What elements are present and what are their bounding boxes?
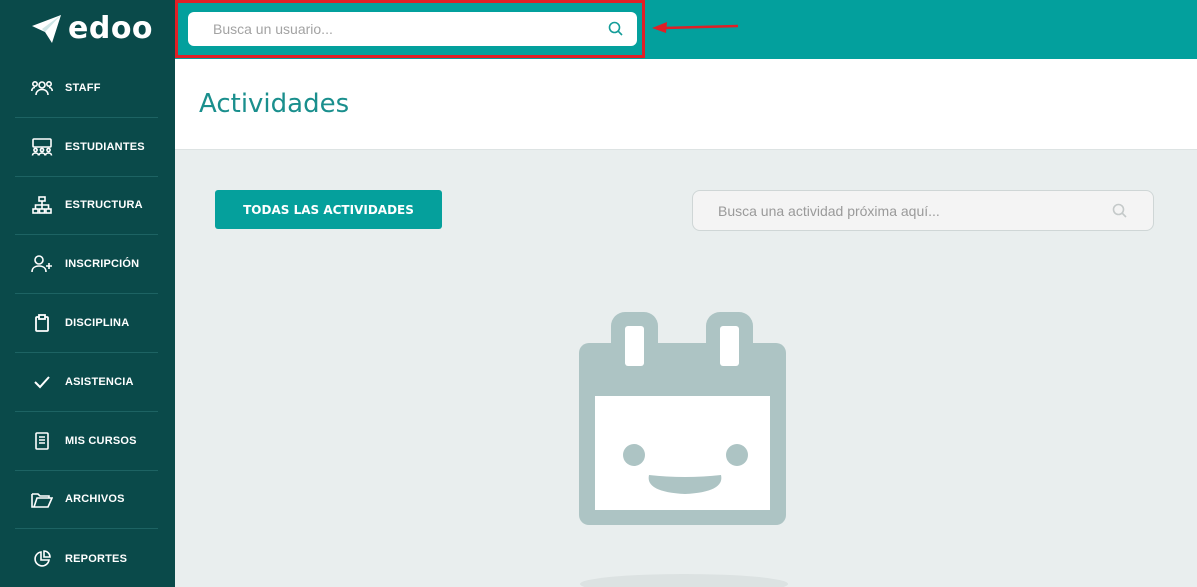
sidebar-item-archivos[interactable]: ARCHIVOS (15, 471, 158, 530)
sidebar-item-label: INSCRIPCIÓN (65, 258, 140, 271)
folder-icon (31, 488, 53, 510)
sidebar-item-estructura[interactable]: ESTRUCTURA (15, 177, 158, 236)
logo-text: edoo (68, 11, 154, 46)
staff-icon (31, 77, 53, 99)
paper-plane-icon (32, 15, 61, 43)
sidebar: edoo STAFF ESTUDIANTES ESTRUCTURA INSCRI… (0, 0, 175, 587)
clipboard-icon (31, 312, 53, 334)
user-search-input[interactable] (213, 21, 593, 37)
sidebar-item-label: MIS CURSOS (65, 434, 137, 447)
sidebar-item-label: ASISTENCIA (65, 375, 134, 388)
sidebar-item-label: STAFF (65, 81, 101, 94)
search-icon[interactable] (1111, 202, 1129, 220)
add-user-icon (31, 253, 53, 275)
sidebar-item-inscripcion[interactable]: INSCRIPCIÓN (15, 235, 158, 295)
book-icon (31, 430, 53, 452)
sidebar-item-label: ARCHIVOS (65, 493, 125, 506)
empty-calendar-icon (579, 312, 786, 525)
search-icon[interactable] (607, 20, 625, 38)
sidebar-item-staff[interactable]: STAFF (15, 59, 158, 118)
illustration-shadow (580, 574, 788, 587)
activity-search-input[interactable] (718, 202, 1098, 219)
sidebar-item-mis-cursos[interactable]: MIS CURSOS (15, 412, 158, 471)
sidebar-item-disciplina[interactable]: DISCIPLINA (15, 294, 158, 353)
sidebar-item-label: ESTUDIANTES (65, 140, 145, 153)
page-header: Actividades (175, 59, 1197, 150)
all-activities-button[interactable]: TODAS LAS ACTIVIDADES (215, 190, 442, 229)
sidebar-item-reportes[interactable]: REPORTES (15, 529, 158, 587)
sidebar-item-label: DISCIPLINA (65, 317, 130, 330)
sidebar-nav: STAFF ESTUDIANTES ESTRUCTURA INSCRIPCIÓN… (15, 59, 158, 587)
activity-search-box (692, 190, 1154, 231)
arrow-pointer-icon (652, 22, 739, 33)
checkmark-icon (31, 371, 53, 393)
logo[interactable]: edoo (31, 12, 153, 46)
user-search-box (188, 12, 637, 46)
page-title: Actividades (199, 89, 350, 119)
sidebar-item-label: ESTRUCTURA (65, 199, 143, 212)
structure-icon (31, 194, 53, 216)
sidebar-item-estudiantes[interactable]: ESTUDIANTES (15, 118, 158, 177)
pie-chart-icon (31, 548, 53, 570)
sidebar-item-label: REPORTES (65, 552, 128, 565)
students-icon (31, 136, 53, 158)
sidebar-item-asistencia[interactable]: ASISTENCIA (15, 353, 158, 412)
